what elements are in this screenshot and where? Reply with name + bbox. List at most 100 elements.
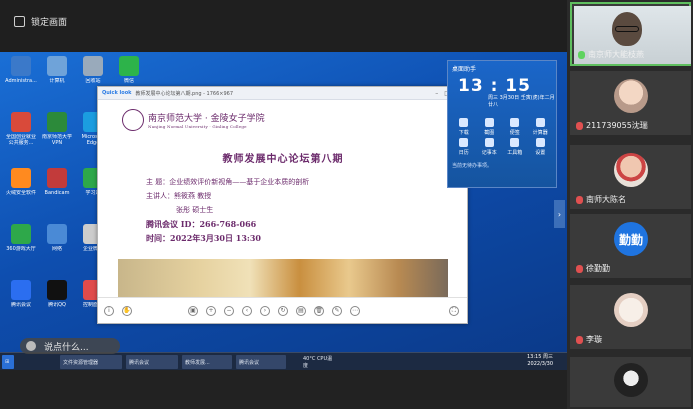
viewer-file-title: 教师发展中心论坛第八期.png - 1766×967 — [135, 90, 234, 97]
shortcut-icon — [510, 118, 520, 127]
app-icon — [83, 56, 103, 76]
taskbar-item-0[interactable]: 腾讯会议 — [126, 355, 178, 369]
minimize-icon[interactable]: – — [435, 90, 438, 97]
widget-shortcut[interactable]: 记事本 — [478, 138, 502, 156]
participant-name-tag: 211739055沈瑞 — [576, 120, 648, 131]
next-icon[interactable]: › — [260, 305, 270, 316]
shortcut-icon — [484, 138, 494, 147]
edit-icon[interactable]: ✎ — [332, 305, 342, 316]
desktop-icon-label: 计算机 — [49, 78, 65, 84]
zoom-in-icon[interactable]: + — [206, 305, 216, 316]
widget-shortcut[interactable]: 工具箱 — [503, 138, 527, 156]
widget-date: 周三 3月30日 壬寅(虎)年二月廿八 — [488, 95, 555, 108]
shortcut-label: 计算器 — [532, 130, 548, 136]
widget-shortcut[interactable]: 日历 — [452, 138, 476, 156]
widget-shortcut[interactable]: 截图 — [478, 118, 502, 136]
desktop-icon[interactable]: 计算机 — [40, 56, 74, 90]
desktop-icon-label: 腾讯QQ — [48, 302, 66, 308]
participant-tile-3[interactable]: 勤勤 徐勤勤 — [570, 214, 691, 278]
app-icon — [119, 56, 139, 76]
participant-name: 李璇 — [586, 335, 602, 344]
lock-screen-label: 锁定画面 — [31, 17, 68, 28]
poster-photo — [118, 259, 448, 297]
fit-icon[interactable]: ▣ — [188, 305, 198, 316]
participant-tile-2[interactable]: 南师大陈名 — [570, 145, 691, 209]
desktop-icon-label: Administra... — [5, 78, 37, 84]
shortcut-label: 日历 — [458, 150, 469, 156]
speaking-indicator: 说点什么... — [20, 338, 120, 354]
prev-icon[interactable]: ‹ — [242, 305, 252, 316]
desktop-icon[interactable]: 回收站 — [76, 56, 110, 90]
participant-avatar — [614, 153, 648, 187]
desktop-icon[interactable]: 火绒安全软件 — [4, 168, 38, 202]
speaking-indicator-text: 说点什么... — [44, 342, 89, 353]
desktop-icon[interactable]: 南京师范大学VPN — [40, 112, 74, 146]
viewer-titlebar[interactable]: Quick look 教师发展中心论坛第八期.png - 1766×967 – … — [98, 87, 467, 100]
shortcut-label: 工具箱 — [507, 150, 523, 156]
mic-off-icon — [576, 121, 583, 130]
widget-shortcut[interactable]: 下载 — [452, 118, 476, 136]
university-name-en: Nanjing Normal University · Ginling Coll… — [148, 124, 247, 129]
mic-off-icon — [576, 335, 583, 344]
widget-shortcut[interactable]: 计算器 — [529, 118, 553, 136]
participants-panel: 南京师大能枝燕 211739055沈瑞 南师大陈名 勤勤 徐勤勤 李璇 — [567, 0, 693, 409]
more-icon[interactable]: ⋯ — [350, 305, 360, 316]
poster-title: 教师发展中心论坛第八期 — [222, 154, 344, 165]
widget-shortcut[interactable]: 设置 — [529, 138, 553, 156]
desktop-icon[interactable]: 全国创业就业公共服务... — [4, 112, 38, 146]
taskbar-item-2[interactable]: 教师发展... — [182, 355, 232, 369]
image-icon[interactable]: ▤ — [296, 305, 306, 316]
rotate-icon[interactable]: ↻ — [278, 305, 288, 316]
lock-screen-button[interactable]: 锁定画面 — [8, 10, 73, 32]
app-icon — [47, 224, 67, 244]
poster-meeting-id: 腾讯会议 ID：266-768-066 — [146, 219, 257, 229]
university-name-cn: 南京师范大学 · 金陵女子学院 — [148, 114, 265, 124]
chevron-right-icon[interactable]: › — [554, 200, 565, 228]
widget-shortcut[interactable]: 便签 — [503, 118, 527, 136]
shortcut-icon — [484, 118, 494, 127]
shortcut-icon — [535, 118, 545, 127]
microphone-icon — [26, 341, 36, 351]
widget-footer: 当前无待办事项。 — [452, 163, 493, 169]
shortcut-icon — [459, 118, 469, 127]
mic-off-icon — [576, 195, 583, 204]
participant-name: 徐勤勤 — [586, 264, 610, 273]
desktop-icon[interactable]: 腾讯会议 — [4, 280, 38, 314]
hand-icon[interactable]: ✋ — [122, 305, 132, 316]
desktop-icon[interactable]: Bandicam — [40, 168, 74, 202]
delete-icon[interactable]: 🗑 — [314, 305, 324, 316]
desktop-assistant-widget[interactable]: 桌面助手 13 : 15 周三 3月30日 壬寅(虎)年二月廿八 下载 截图 便签 计… — [447, 60, 557, 188]
taskbar-clock[interactable]: 13:15 周三 2022/3/30 — [527, 354, 553, 368]
desktop-icon-label: 南京师范大学VPN — [41, 134, 72, 146]
participant-tile-0[interactable]: 南京师大能枝燕 — [570, 2, 691, 66]
participant-avatar — [614, 363, 648, 397]
desktop-icon[interactable]: 微信 — [112, 56, 146, 90]
taskbar-item-1[interactable]: 文件资源管理器 — [60, 355, 122, 369]
participant-tile-1[interactable]: 211739055沈瑞 — [570, 71, 691, 135]
shortcut-label: 设置 — [535, 150, 546, 156]
shortcut-label: 下载 — [458, 130, 469, 136]
zoom-out-icon[interactable]: − — [224, 305, 234, 316]
app-icon — [47, 168, 67, 188]
desktop-icon[interactable]: 360游戏大厅 — [4, 224, 38, 258]
image-viewer-window[interactable]: Quick look 教师发展中心论坛第八期.png - 1766×967 – … — [97, 86, 468, 324]
participant-tile-4[interactable]: 李璇 — [570, 285, 691, 349]
cpu-temp: 40°C CPU温度 — [303, 356, 333, 369]
participant-avatar — [614, 79, 648, 113]
university-seal-icon — [122, 109, 144, 131]
desktop-icon[interactable]: 网络 — [40, 224, 74, 258]
desktop-icon-label: 网络 — [51, 246, 62, 252]
info-icon[interactable]: i — [104, 305, 114, 316]
participant-name-tag: 李璇 — [576, 334, 602, 345]
university-logo: 南京师范大学 · 金陵女子学院 Nanjing Normal Universit… — [122, 109, 265, 131]
desktop-icon-label: 360游戏大厅 — [6, 246, 36, 252]
desktop-icon[interactable]: Administra... — [4, 56, 38, 90]
lock-icon — [14, 15, 25, 27]
desktop-icon[interactable]: 腾讯QQ — [40, 280, 74, 314]
start-button[interactable]: ⊞ — [2, 355, 14, 369]
participant-name: 南京师大能枝燕 — [588, 50, 644, 59]
taskbar-item-3[interactable]: 腾讯会议 — [236, 355, 286, 369]
fullscreen-icon[interactable]: ⛶ — [449, 305, 459, 316]
participant-tile-5[interactable] — [570, 357, 691, 407]
shortcut-label: 记事本 — [481, 150, 497, 156]
